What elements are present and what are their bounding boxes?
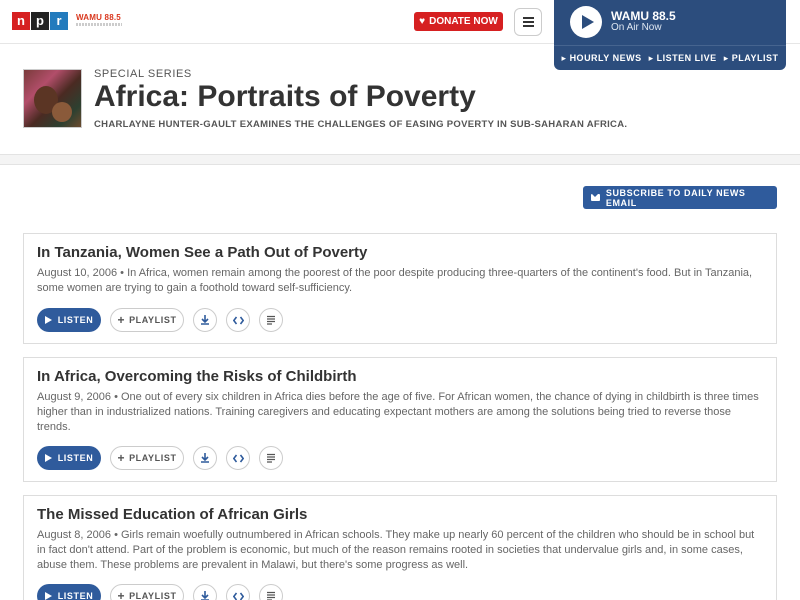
embed-icon [232,592,244,600]
player-links: ▸ HOURLY NEWS ▸ LISTEN LIVE ▸ PLAYLIST [554,45,786,70]
playlist-link[interactable]: ▸ PLAYLIST [724,53,779,64]
play-icon [44,454,52,462]
story-card: In Africa, Overcoming the Risks of Child… [23,357,777,482]
npr-logo-p: p [31,12,49,30]
subscribe-label: SUBSCRIBE TO DAILY NEWS EMAIL [605,187,746,208]
play-icon [44,592,52,600]
plus-icon: + [117,313,126,327]
story-title[interactable]: The Missed Education of African Girls [37,506,307,523]
add-to-playlist-button[interactable]: + PLAYLIST [110,446,184,470]
story-teaser: August 9, 2006 • One out of every six ch… [37,391,759,433]
subscribe-button[interactable]: SUBSCRIBE TO DAILY NEWS EMAIL [583,186,777,209]
story-teaser-text: Girls remain woefully outnumbered in Afr… [37,529,755,571]
story-teaser-text: In Africa, women remain among the poores… [37,267,753,294]
add-to-playlist-button[interactable]: + PLAYLIST [110,308,184,332]
transcript-icon [267,315,275,325]
divider-band [0,154,800,165]
listen-label: LISTEN [57,453,94,463]
listen-label: LISTEN [57,591,94,600]
embed-button[interactable] [226,584,250,600]
embed-icon [232,316,244,324]
story-card: The Missed Education of African Girls Au… [23,495,777,600]
series-thumbnail[interactable] [23,69,82,128]
hourly-news-label: HOURLY NEWS [569,52,642,63]
story-actions: LISTEN + PLAYLIST [37,584,283,600]
station-logo-name: WAMU 88.5 [76,13,121,22]
series-kicker: Special Series [94,68,192,80]
embed-button[interactable] [226,446,250,470]
transcript-button[interactable] [259,446,283,470]
playlist-label: PLAYLIST [129,453,177,463]
station-logo[interactable]: WAMU 88.5 [76,13,122,26]
story-date: August 9, 2006 [37,391,112,403]
story-actions: LISTEN + PLAYLIST [37,446,283,470]
series-title[interactable]: Africa: Portraits of Poverty [94,80,476,114]
story-teaser: August 10, 2006 • In Africa, women remai… [37,267,753,294]
story-date: August 8, 2006 [37,529,112,541]
embed-button[interactable] [226,308,250,332]
download-button[interactable] [193,446,217,470]
hourly-news-link[interactable]: ▸ HOURLY NEWS [562,53,642,64]
listen-button[interactable]: LISTEN [37,446,101,470]
player-top: WAMU 88.5 On Air Now [554,0,786,45]
listen-button[interactable]: LISTEN [37,308,101,332]
download-button[interactable] [193,308,217,332]
listen-button[interactable]: LISTEN [37,584,101,600]
playlist-label: PLAYLIST [129,315,177,325]
mail-icon [591,194,600,201]
player-station-name: WAMU 88.5 [611,9,676,23]
menu-button[interactable] [514,8,542,36]
station-logo-tagline [76,23,122,26]
story-teaser: August 8, 2006 • Girls remain woefully o… [37,529,755,571]
donate-button[interactable]: ♥ DONATE NOW [414,12,503,31]
story-date: August 10, 2006 [37,267,118,279]
download-button[interactable] [193,584,217,600]
npr-logo[interactable]: n p r [12,12,68,30]
download-icon [201,453,209,463]
transcript-button[interactable] [259,308,283,332]
plus-icon: + [117,451,126,465]
story-title[interactable]: In Tanzania, Women See a Path Out of Pov… [37,244,367,261]
story-actions: LISTEN + PLAYLIST [37,308,283,332]
plus-icon: + [117,589,126,600]
hamburger-icon-bar [522,21,534,23]
story-title[interactable]: In Africa, Overcoming the Risks of Child… [37,368,357,385]
live-player: WAMU 88.5 On Air Now ▸ HOURLY NEWS ▸ LIS… [554,0,786,70]
listen-label: LISTEN [57,315,94,325]
player-status: On Air Now [611,22,662,33]
download-icon [201,591,209,600]
transcript-icon [267,453,275,463]
listen-live-link[interactable]: ▸ LISTEN LIVE [649,53,717,64]
transcript-icon [267,591,275,600]
series-description: Charlayne Hunter-Gault examines the chal… [94,119,628,130]
npr-logo-r: r [50,12,68,30]
playlist-label: PLAYLIST [129,591,177,600]
play-icon[interactable] [570,6,602,38]
play-icon [44,316,52,324]
npr-logo-n: n [12,12,30,30]
transcript-button[interactable] [259,584,283,600]
heart-icon: ♥ [419,16,426,27]
download-icon [201,315,209,325]
playlist-link-label: PLAYLIST [731,52,779,63]
embed-icon [232,454,244,462]
hamburger-icon-bar [522,25,534,27]
listen-live-label: LISTEN LIVE [656,52,717,63]
add-to-playlist-button[interactable]: + PLAYLIST [110,584,184,600]
hamburger-icon-bar [522,17,534,19]
story-card: In Tanzania, Women See a Path Out of Pov… [23,233,777,344]
donate-label: DONATE NOW [429,16,498,27]
story-teaser-text: One out of every six children in Africa … [37,391,759,433]
